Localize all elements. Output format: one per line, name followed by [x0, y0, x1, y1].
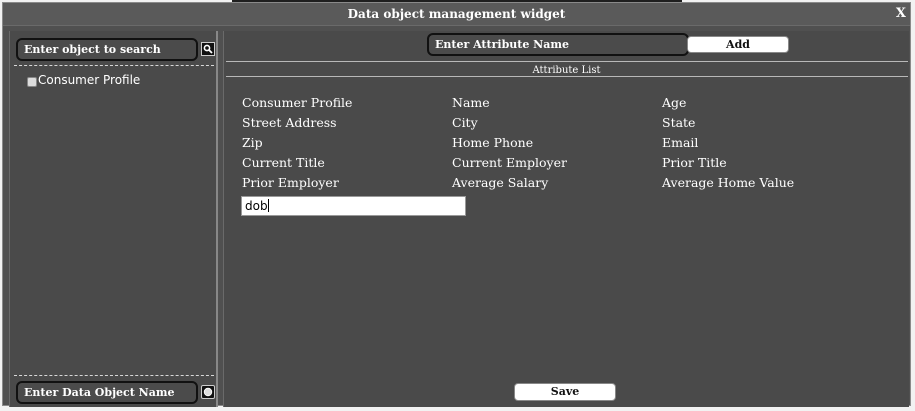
save-button[interactable]: Save	[514, 383, 616, 401]
divider	[226, 61, 908, 62]
text-caret	[267, 199, 269, 212]
tree-checkbox[interactable]	[27, 76, 37, 87]
tree-item-label: Consumer Profile	[38, 73, 141, 87]
attribute-item[interactable]: Age	[662, 93, 872, 113]
attribute-item[interactable]: Current Employer	[452, 153, 662, 173]
window-title: Data object management widget	[3, 3, 910, 26]
attribute-item[interactable]: Zip	[242, 133, 452, 153]
attribute-item[interactable]: Street Address	[242, 113, 452, 133]
data-object-name-input[interactable]: Enter Data Object Name	[16, 381, 198, 404]
attribute-item[interactable]: Consumer Profile	[242, 93, 452, 113]
right-panel: Enter Attribute Name Add Attribute List …	[223, 31, 909, 407]
attribute-item[interactable]: State	[662, 113, 872, 133]
tree-item-consumer-profile[interactable]: Consumer Profile	[27, 73, 140, 87]
circle-icon[interactable]	[201, 385, 215, 399]
new-attribute-value: dob	[245, 199, 268, 213]
attribute-list-header: Attribute List	[532, 65, 601, 76]
data-object-widget: Data object management widget X Enter ob…	[2, 2, 911, 407]
attribute-item[interactable]: Home Phone	[452, 133, 662, 153]
object-search-input[interactable]: Enter object to search	[16, 38, 198, 61]
attribute-name-placeholder: Enter Attribute Name	[435, 38, 569, 51]
attribute-item[interactable]: Average Home Value	[662, 173, 872, 193]
attribute-item[interactable]: Name	[452, 93, 662, 113]
attribute-list: Consumer Profile Name Age Street Address Cit…	[242, 93, 872, 193]
close-icon[interactable]: X	[896, 3, 906, 25]
divider	[226, 76, 908, 77]
attribute-item[interactable]: Current Title	[242, 153, 452, 173]
attribute-item[interactable]: Average Salary	[452, 173, 662, 193]
divider	[14, 65, 214, 66]
attribute-name-input[interactable]: Enter Attribute Name	[427, 33, 689, 56]
data-object-placeholder: Enter Data Object Name	[24, 386, 175, 399]
attribute-item[interactable]: City	[452, 113, 662, 133]
left-panel: Enter object to search Consumer Profile …	[9, 31, 218, 407]
divider	[14, 375, 214, 376]
new-attribute-input[interactable]: dob	[241, 196, 466, 216]
search-icon[interactable]	[201, 42, 215, 56]
object-search-placeholder: Enter object to search	[24, 43, 161, 56]
add-button[interactable]: Add	[687, 36, 789, 53]
attribute-item[interactable]: Prior Title	[662, 153, 872, 173]
attribute-item[interactable]: Prior Employer	[242, 173, 452, 193]
attribute-item[interactable]: Email	[662, 133, 872, 153]
